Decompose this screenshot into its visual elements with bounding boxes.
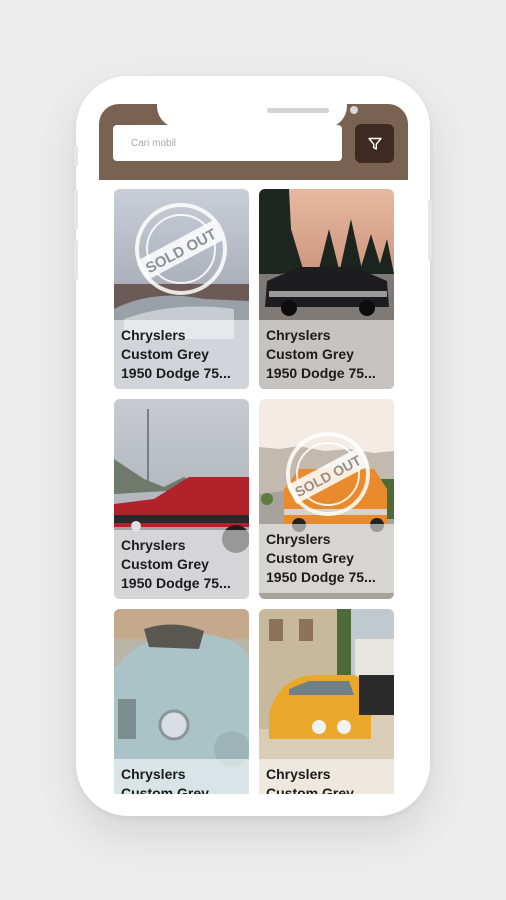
car-title-line: Custom Grey <box>266 785 354 794</box>
car-title: Chryslers Custom Grey 1950 Dodge 75... <box>114 530 249 599</box>
sold-out-stamp: SOLD OUT <box>135 203 227 295</box>
car-title: Chryslers Custom Grey 1950 Dodge 75... <box>114 320 249 389</box>
search-input[interactable]: Cari mobil <box>113 125 342 161</box>
car-card[interactable]: Chryslers Custom Grey <box>114 609 249 794</box>
car-title-line: Custom Grey <box>121 346 209 362</box>
car-title-line: 1950 Dodge 75... <box>266 365 376 381</box>
car-title-line: Chryslers <box>121 766 186 782</box>
search-placeholder: Cari mobil <box>131 137 177 149</box>
phone-side-button <box>74 145 78 167</box>
car-title-line: Chryslers <box>266 531 331 547</box>
car-title-line: 1950 Dodge 75... <box>266 569 376 585</box>
car-title: Chryslers Custom Grey 1950 Dodge 75... <box>259 320 394 389</box>
car-title-line: Custom Grey <box>266 550 354 566</box>
phone-power-button <box>428 200 432 260</box>
car-title-line: Custom Grey <box>266 346 354 362</box>
phone-notch <box>157 104 358 128</box>
car-card[interactable]: SOLD OUT Chryslers Custom Grey 1950 Dodg… <box>259 399 394 599</box>
car-title-line: 1950 Dodge 75... <box>121 365 231 381</box>
car-title-line: Chryslers <box>266 766 331 782</box>
car-title-line: Custom Grey <box>121 785 209 794</box>
car-card[interactable]: Chryslers Custom Grey <box>259 609 394 794</box>
car-card[interactable]: Chryslers Custom Grey 1950 Dodge 75... <box>114 399 249 599</box>
speaker-grill <box>267 108 329 113</box>
car-card[interactable]: SOLD OUT Chryslers Custom Grey 1950 Dodg… <box>114 189 249 389</box>
phone-volume-up <box>74 190 78 230</box>
sold-out-stamp: SOLD OUT <box>286 432 370 516</box>
car-title-line: Chryslers <box>121 537 186 553</box>
car-title-line: Chryslers <box>266 327 331 343</box>
filter-button[interactable] <box>355 124 394 163</box>
car-card[interactable]: Chryslers Custom Grey 1950 Dodge 75... <box>259 189 394 389</box>
car-title-line: 1950 Dodge 75... <box>121 575 231 591</box>
car-title-line: Chryslers <box>121 327 186 343</box>
filter-icon <box>367 137 382 150</box>
front-camera <box>350 106 358 114</box>
car-title: Chryslers Custom Grey <box>114 759 249 794</box>
car-title: Chryslers Custom Grey <box>259 759 394 794</box>
car-title-line: Custom Grey <box>121 556 209 572</box>
app-screen: Cari mobil SOLD OUT Chryslers Custom Gre… <box>99 104 408 794</box>
phone-volume-down <box>74 240 78 280</box>
car-title: Chryslers Custom Grey 1950 Dodge 75... <box>259 524 394 593</box>
